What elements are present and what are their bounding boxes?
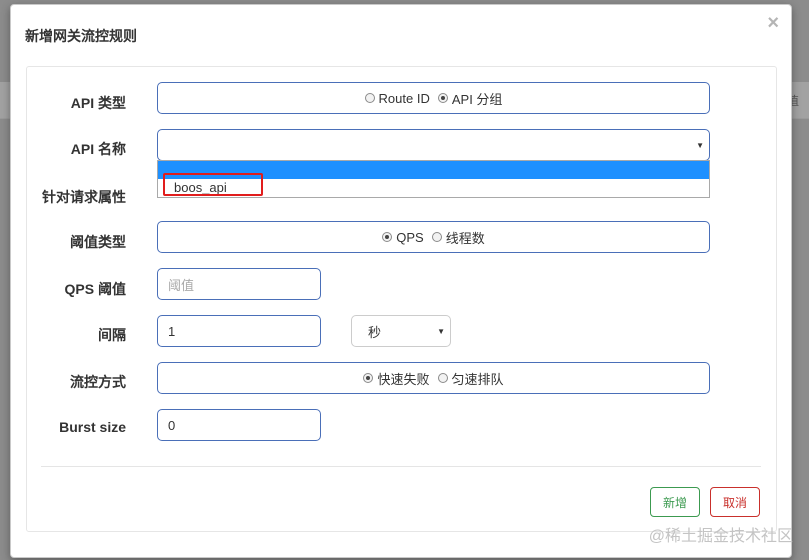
request-attr-label: 针对请求属性 (42, 189, 126, 205)
footer-divider (41, 466, 761, 467)
api-name-label: API 名称 (70, 141, 126, 157)
radio-thread-count-dot[interactable] (431, 232, 442, 242)
api-type-radio-group: Route ID API 分组 (157, 82, 710, 114)
interval-input[interactable]: 1 (157, 315, 321, 347)
interval-unit-value: 秒 (368, 324, 382, 340)
radio-queue-label: 匀速排队 (451, 371, 504, 387)
cancel-button[interactable]: 取消 (710, 487, 760, 517)
radio-route-id-dot[interactable] (364, 93, 375, 103)
threshold-type-radio-group: QPS 线程数 (157, 221, 710, 253)
interval-value: 1 (168, 323, 176, 339)
radio-thread-count-label: 线程数 (445, 230, 485, 246)
api-type-label: API 类型 (70, 95, 126, 111)
radio-queue-dot[interactable] (437, 373, 448, 383)
dialog-title: 新增网关流控规则 (25, 28, 137, 44)
qps-threshold-input[interactable]: 阈值 (157, 268, 321, 300)
interval-unit-select[interactable]: 秒 ▼ (351, 315, 451, 347)
control-mode-radio-group: 快速失败 匀速排队 (157, 362, 710, 394)
burst-size-label: Burst size (59, 419, 126, 435)
radio-api-group-dot[interactable] (437, 93, 448, 103)
radio-api-group[interactable]: API 分组 (437, 89, 503, 108)
annotation-highlight-box (163, 173, 263, 196)
radio-fast-fail-dot[interactable] (363, 373, 374, 383)
dialog-header: 新增网关流控规则 × (11, 5, 791, 63)
control-mode-label: 流控方式 (70, 374, 126, 390)
watermark: @稀土掘金技术社区 (648, 528, 793, 545)
api-name-select[interactable]: ▼ (157, 129, 710, 161)
radio-fast-fail[interactable]: 快速失败 (363, 369, 430, 388)
burst-size-input[interactable]: 0 (157, 409, 321, 441)
radio-thread-count[interactable]: 线程数 (431, 228, 485, 247)
radio-route-id-label: Route ID (378, 90, 430, 106)
add-gateway-flow-rule-dialog: 新增网关流控规则 × API 类型 Route ID API 分组 API 名称… (10, 4, 792, 558)
radio-route-id[interactable]: Route ID (364, 90, 430, 106)
radio-qps[interactable]: QPS (382, 229, 424, 245)
qps-threshold-label: QPS 阈值 (64, 281, 126, 297)
interval-label: 间隔 (98, 327, 126, 343)
radio-fast-fail-label: 快速失败 (377, 371, 430, 387)
chevron-down-icon: ▼ (437, 326, 445, 336)
radio-queue[interactable]: 匀速排队 (437, 369, 504, 388)
chevron-down-icon: ▼ (696, 140, 704, 150)
burst-size-value: 0 (168, 417, 176, 433)
radio-qps-dot[interactable] (382, 232, 393, 242)
radio-api-group-label: API 分组 (451, 91, 503, 107)
threshold-type-label: 阈值类型 (70, 234, 126, 250)
close-icon[interactable]: × (767, 13, 779, 33)
qps-threshold-placeholder: 阈值 (168, 277, 195, 293)
radio-qps-label: QPS (396, 229, 424, 245)
add-button[interactable]: 新增 (650, 487, 700, 517)
